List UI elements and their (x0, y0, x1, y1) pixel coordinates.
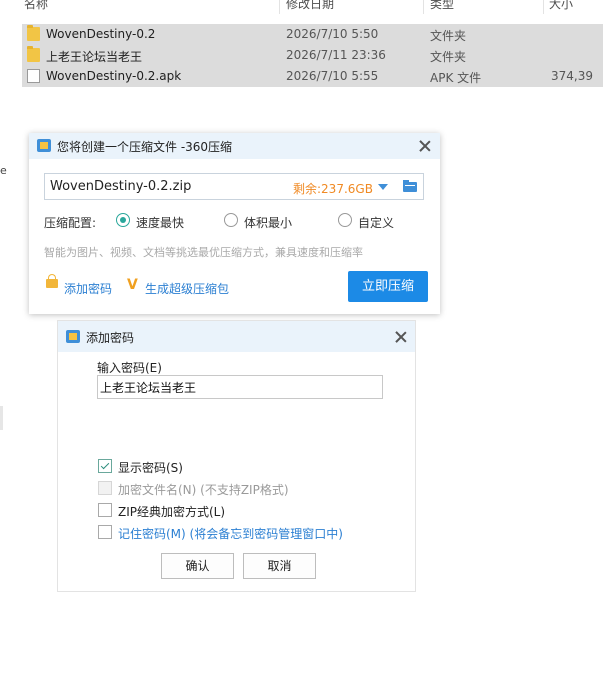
dialog-title-bar[interactable]: 您将创建一个压缩文件 -360压缩 (29, 133, 440, 159)
file-type: 文件夹 (430, 29, 467, 43)
file-list-header: 名称 修改日期 类型 大小 (0, 0, 603, 14)
file-row-folder[interactable]: WovenDestiny-0.2 2026/7/10 5:50 文件夹 (22, 24, 603, 45)
column-name-header[interactable]: 名称 (24, 0, 48, 13)
file-row-apk[interactable]: WovenDestiny-0.2.apk 2026/7/10 5:55 APK … (22, 66, 603, 87)
show-password-label[interactable]: 显示密码(S) (118, 459, 183, 476)
chevron-down-icon[interactable] (378, 184, 388, 190)
cancel-button[interactable]: 取消 (243, 553, 316, 579)
compress-app-icon (37, 139, 51, 152)
compress-hint: 智能为图片、视频、文档等挑选最优压缩方式，兼具速度和压缩率 (44, 246, 363, 259)
confirm-button[interactable]: 确认 (161, 553, 234, 579)
column-separator[interactable] (423, 0, 424, 14)
radio-fastest[interactable] (116, 213, 130, 227)
file-row-folder[interactable]: 上老王论坛当老王 2026/7/11 23:36 文件夹 (22, 45, 603, 66)
encrypt-filenames-label: 加密文件名(N) (不支持ZIP格式) (118, 483, 289, 497)
file-name: 上老王论坛当老王 (46, 50, 143, 64)
close-icon[interactable] (418, 139, 432, 153)
output-path-field[interactable]: WovenDestiny-0.2.zip 剩余:237.6GB (44, 173, 424, 200)
column-type-header[interactable]: 类型 (430, 0, 454, 13)
zip-classic-encryption-label[interactable]: ZIP经典加密方式(L) (118, 503, 225, 520)
remember-password-checkbox[interactable] (98, 525, 112, 539)
left-edge-text: e (0, 164, 7, 177)
file-name: WovenDestiny-0.2.apk (46, 69, 182, 83)
radio-custom[interactable] (338, 213, 352, 227)
file-date: 2026/7/10 5:55 (286, 69, 379, 83)
zip-classic-encryption-checkbox[interactable] (98, 503, 112, 517)
folder-icon (27, 46, 40, 62)
column-date-header[interactable]: 修改日期 (286, 0, 334, 13)
folder-icon (27, 25, 40, 41)
show-password-checkbox[interactable] (98, 459, 112, 473)
file-type: APK 文件 (430, 71, 482, 85)
file-type: 文件夹 (430, 50, 467, 64)
add-password-link[interactable]: 添加密码 (64, 280, 112, 297)
free-space-label: 剩余:237.6GB (293, 182, 373, 196)
file-icon (27, 69, 40, 83)
column-size-header[interactable]: 大小 (549, 0, 573, 13)
column-separator[interactable] (543, 0, 544, 14)
compress-now-button[interactable]: 立即压缩 (348, 271, 428, 302)
browse-folder-icon[interactable] (403, 180, 417, 192)
file-size: 374,39 (551, 69, 593, 83)
dialog-title-bar[interactable]: 添加密码 (58, 321, 415, 352)
left-scroll-marker (0, 406, 3, 430)
compress-dialog: 您将创建一个压缩文件 -360压缩 WovenDestiny-0.2.zip 剩… (29, 133, 440, 314)
lock-icon[interactable] (46, 274, 58, 288)
password-dialog: 添加密码 输入密码(E) 显示密码(S) 加密文件名(N) (不支持ZIP格式)… (57, 320, 416, 592)
super-package-icon[interactable]: V (127, 277, 138, 293)
radio-custom-label[interactable]: 自定义 (358, 214, 394, 231)
password-input[interactable] (97, 375, 383, 399)
file-date: 2026/7/11 23:36 (286, 48, 386, 62)
super-package-link[interactable]: 生成超级压缩包 (145, 280, 229, 297)
dialog-title: 您将创建一个压缩文件 -360压缩 (57, 140, 233, 154)
compress-mode-label: 压缩配置: (44, 216, 97, 230)
close-icon[interactable] (394, 330, 408, 344)
output-filename[interactable]: WovenDestiny-0.2.zip (50, 179, 191, 194)
compress-app-icon (66, 330, 80, 343)
radio-smallest[interactable] (224, 213, 238, 227)
encrypt-filenames-checkbox (98, 481, 112, 495)
file-name: WovenDestiny-0.2 (46, 27, 156, 41)
remember-password-label[interactable]: 记住密码(M) (将会备忘到密码管理窗口中) (118, 525, 343, 542)
password-input-label: 输入密码(E) (97, 361, 162, 375)
radio-fastest-label[interactable]: 速度最快 (136, 214, 184, 231)
radio-smallest-label[interactable]: 体积最小 (244, 214, 292, 231)
column-separator[interactable] (279, 0, 280, 14)
dialog-title: 添加密码 (86, 331, 135, 345)
file-date: 2026/7/10 5:50 (286, 27, 379, 41)
